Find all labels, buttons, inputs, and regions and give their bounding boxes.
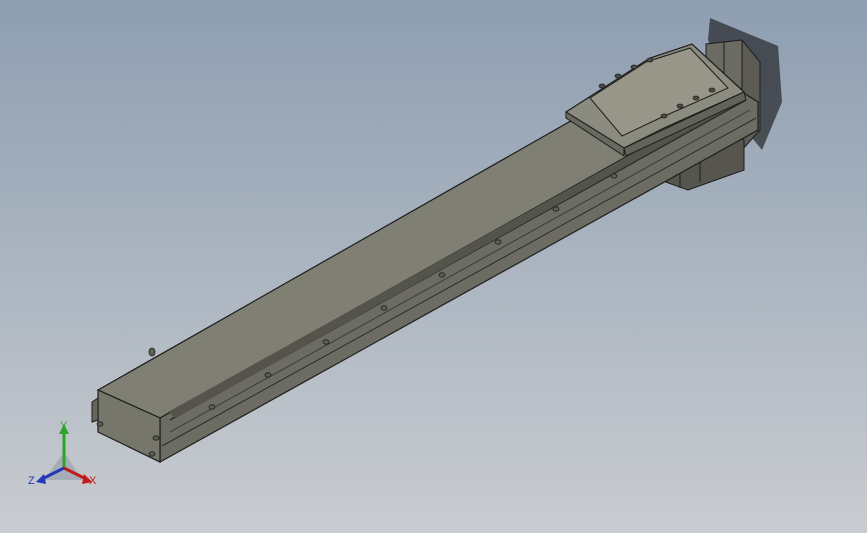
rail-body	[91, 91, 759, 464]
axis-x-label: X	[89, 475, 97, 487]
axis-z-label: Z	[28, 475, 35, 487]
axis-y-label: Y	[60, 420, 68, 432]
graphics-viewport[interactable]: Y X Z	[0, 0, 867, 533]
linear-module-model[interactable]	[0, 0, 867, 533]
